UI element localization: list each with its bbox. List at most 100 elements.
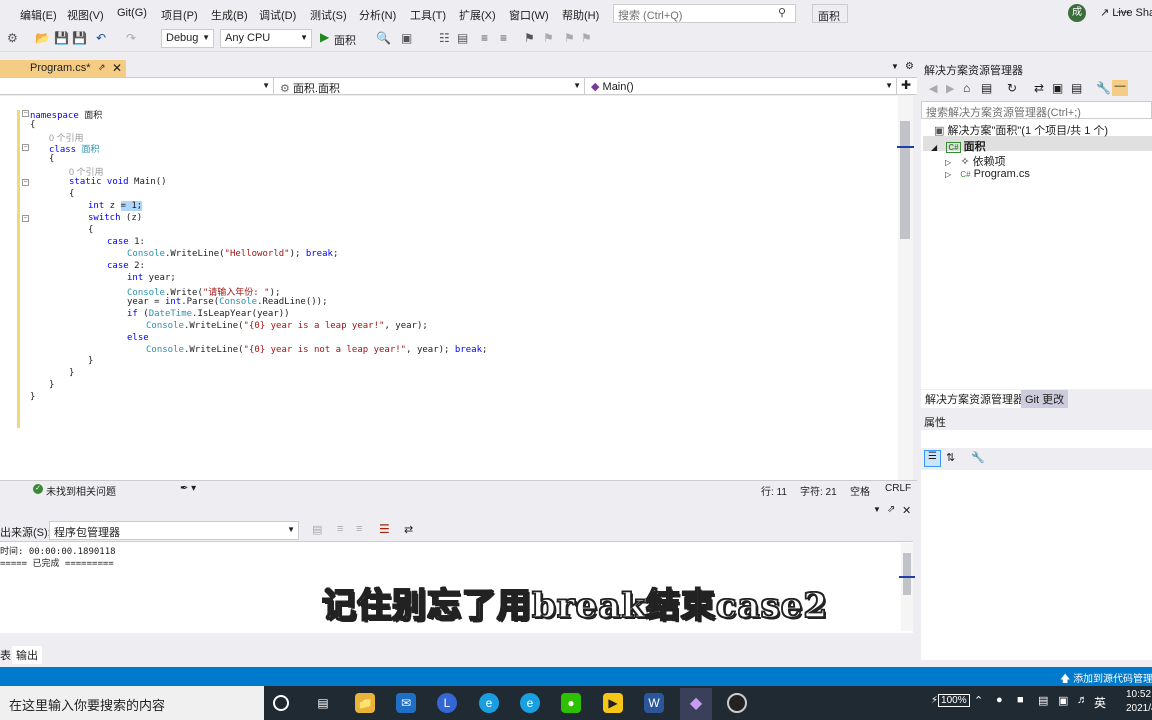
- chevron-down-icon[interactable]: ▼: [873, 505, 881, 514]
- search-input[interactable]: 搜索 (Ctrl+Q): [613, 4, 796, 23]
- avatar[interactable]: 成: [1068, 4, 1086, 22]
- tab-list-icon[interactable]: ▼: [891, 62, 899, 71]
- uncomment-icon[interactable]: ≡: [500, 31, 507, 45]
- ime-indicator[interactable]: 英: [1094, 694, 1106, 711]
- whitespace-indicator[interactable]: 空格: [850, 483, 870, 498]
- alphabetical-icon[interactable]: ⇅: [946, 451, 955, 464]
- open-folder-icon[interactable]: 📂: [35, 31, 50, 45]
- bookmark-icon[interactable]: ⚑: [524, 31, 535, 45]
- collapse-all-icon[interactable]: ▣: [1052, 81, 1063, 95]
- align-icon[interactable]: ☷: [439, 31, 450, 45]
- menu-help[interactable]: 帮助(H): [562, 7, 599, 23]
- next-message-icon[interactable]: ≡: [356, 523, 362, 535]
- clear-all-icon[interactable]: ☰: [379, 522, 390, 536]
- wechat-icon[interactable]: ●: [561, 693, 581, 713]
- menu-build[interactable]: 生成(B): [211, 7, 248, 23]
- app-l-icon[interactable]: L: [437, 693, 457, 713]
- taskbar-clock[interactable]: 10:522021/4: [1126, 688, 1152, 716]
- back-icon[interactable]: ◀: [929, 82, 937, 95]
- undo-icon[interactable]: ↶: [96, 31, 106, 45]
- menu-tools[interactable]: 工具(T): [410, 7, 446, 23]
- edge-icon[interactable]: e: [479, 693, 499, 713]
- save-icon[interactable]: 💾: [54, 31, 69, 45]
- wrench-icon[interactable]: 🔧: [1096, 81, 1111, 95]
- fold-toggle[interactable]: −: [22, 179, 29, 186]
- menu-test[interactable]: 测试(S): [310, 7, 347, 23]
- output-source-select[interactable]: 程序包管理器 ▼: [49, 521, 299, 540]
- preview-icon[interactable]: —: [1112, 80, 1128, 96]
- pin-icon[interactable]: ⇗: [98, 62, 106, 73]
- chevron-up-icon[interactable]: ⌃: [974, 694, 983, 707]
- video-app-icon[interactable]: ▶: [603, 693, 623, 713]
- layout-icon[interactable]: ▤: [457, 31, 468, 45]
- home-icon[interactable]: ⌂: [963, 81, 970, 95]
- split-icon[interactable]: ✚: [901, 78, 911, 92]
- tree-item-program-cs[interactable]: ▷ C# Program.cs: [945, 168, 1030, 180]
- line-ending-indicator[interactable]: CRLF: [885, 483, 911, 494]
- file-explorer-icon[interactable]: 📁: [355, 693, 375, 713]
- wrench-icon[interactable]: 🔧: [971, 451, 985, 464]
- member-scope-select[interactable]: ◆ Main() ▼: [587, 78, 897, 95]
- fold-toggle[interactable]: −: [22, 110, 29, 117]
- task-view-icon[interactable]: ▤: [313, 693, 333, 713]
- save-all-icon[interactable]: 💾: [72, 31, 87, 45]
- close-icon[interactable]: ✕: [902, 504, 911, 517]
- clear-bookmark-icon[interactable]: ⚑: [581, 31, 592, 45]
- menu-edit[interactable]: 编辑(E): [20, 7, 57, 23]
- close-icon[interactable]: ✕: [112, 61, 122, 75]
- mail-icon[interactable]: ✉: [396, 693, 416, 713]
- gear-icon[interactable]: ⚙: [905, 61, 914, 72]
- taskbar-search-input[interactable]: 在这里输入你要搜索的内容: [0, 686, 264, 720]
- tab-output[interactable]: 输出: [12, 646, 42, 664]
- tab-git-changes[interactable]: Git 更改: [1021, 390, 1069, 408]
- tree-item-project[interactable]: ◢ C# 面积: [931, 138, 986, 154]
- menu-window[interactable]: 窗口(W): [509, 7, 549, 23]
- menu-view[interactable]: 视图(V): [67, 7, 104, 23]
- goto-icon[interactable]: ▤: [312, 523, 322, 536]
- column-indicator[interactable]: 字符: 21: [800, 483, 837, 498]
- network-icon[interactable]: ▤: [1038, 694, 1048, 707]
- categorized-icon[interactable]: ☰: [924, 450, 941, 467]
- new-project-icon[interactable]: ⚙: [7, 31, 18, 45]
- pending-changes-icon[interactable]: ↻: [1007, 81, 1017, 95]
- forward-icon[interactable]: ▶: [946, 82, 954, 95]
- menu-git[interactable]: Git(G): [117, 7, 147, 19]
- output-scrollbar-thumb[interactable]: [903, 553, 911, 595]
- tab-solution-explorer[interactable]: 解决方案资源管理器: [921, 390, 1028, 408]
- config-select[interactable]: Debug ▼: [161, 29, 214, 48]
- menu-extensions[interactable]: 扩展(X): [459, 7, 496, 23]
- tab-program-cs[interactable]: Program.cs* ⇗ ✕: [0, 60, 126, 77]
- menu-debug[interactable]: 调试(D): [259, 7, 296, 23]
- obs-icon[interactable]: [727, 693, 747, 713]
- issues-indicator[interactable]: 未找到相关问题: [46, 483, 116, 498]
- tree-item-solution[interactable]: ▣ 解决方案"面积"(1 个项目/共 1 个): [934, 122, 1108, 138]
- redo-icon[interactable]: ↷: [126, 31, 136, 45]
- monitor-icon[interactable]: ▣: [1058, 694, 1068, 707]
- prev-message-icon[interactable]: ≡: [337, 523, 343, 535]
- play-icon[interactable]: ▶: [320, 30, 329, 44]
- brush-icon[interactable]: ✒ ▾: [180, 483, 196, 494]
- platform-select[interactable]: Any CPU ▼: [220, 29, 312, 48]
- fold-toggle[interactable]: −: [22, 215, 29, 222]
- word-icon[interactable]: W: [644, 693, 664, 713]
- word-wrap-icon[interactable]: ⇄: [404, 523, 413, 536]
- switch-view-icon[interactable]: ▤: [981, 81, 992, 95]
- fold-toggle[interactable]: −: [22, 144, 29, 151]
- cortana-icon[interactable]: [273, 695, 289, 711]
- next-bookmark-icon[interactable]: ⚑: [564, 31, 575, 45]
- pin-icon[interactable]: ⇗: [887, 504, 895, 515]
- usb-icon[interactable]: ■: [1017, 694, 1024, 706]
- screenshot-icon[interactable]: ▣: [401, 31, 412, 45]
- line-indicator[interactable]: 行: 11: [761, 483, 787, 498]
- browser-icon[interactable]: e: [520, 693, 540, 713]
- microphone-icon[interactable]: ●: [996, 694, 1003, 706]
- prev-bookmark-icon[interactable]: ⚑: [543, 31, 554, 45]
- tree-item-dependencies[interactable]: ▷ ✧ 依赖项: [945, 153, 1006, 169]
- show-all-files-icon[interactable]: ▤: [1071, 81, 1082, 95]
- editor-scrollbar-thumb[interactable]: [900, 121, 910, 239]
- type-scope-select[interactable]: ⚙ 面积.面积 ▼: [276, 78, 585, 95]
- visual-studio-icon[interactable]: ◆: [680, 688, 712, 720]
- solution-search-input[interactable]: 搜索解决方案资源管理器(Ctrl+;): [921, 101, 1152, 119]
- live-share-button[interactable]: ↗ Live Share: [1100, 6, 1152, 19]
- menu-analyze[interactable]: 分析(N): [359, 7, 396, 23]
